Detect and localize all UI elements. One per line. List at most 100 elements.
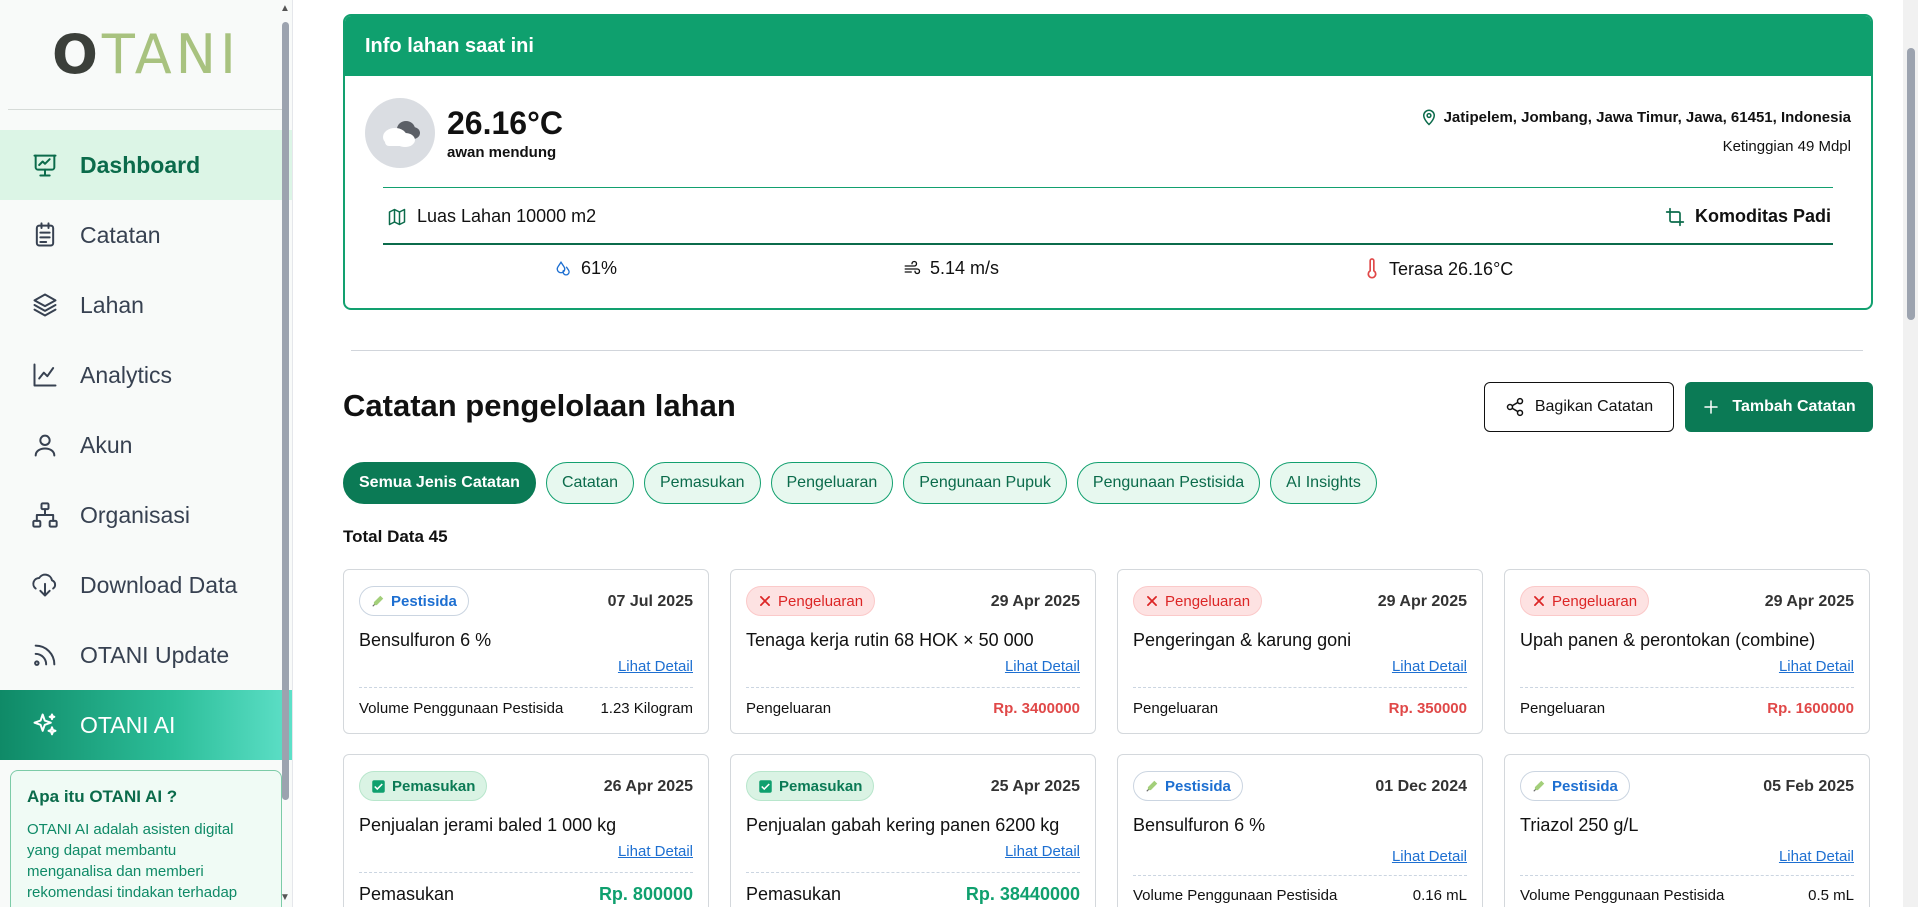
total-data-count: Total Data 45 (343, 527, 448, 546)
card-divider (1520, 875, 1854, 876)
view-detail-link[interactable]: Lihat Detail (618, 658, 693, 675)
record-metric-value: 0.5 mL (1808, 887, 1854, 904)
record-metric-value: 0.16 mL (1412, 887, 1467, 904)
sidebar-item-label: Lahan (80, 291, 144, 318)
scroll-up-arrow-icon[interactable]: ▲ (280, 4, 290, 14)
weather-condition: awan mendung (447, 144, 557, 161)
record-title: Triazol 250 g/L (1520, 815, 1639, 835)
card-divider (359, 687, 693, 688)
sidebar-item-dashboard[interactable]: Dashboard (0, 130, 292, 200)
syringe-icon (371, 594, 385, 608)
record-card[interactable]: Pengeluaran 29 Apr 2025 Upah panen & per… (1504, 569, 1870, 734)
sidebar-scrollbar[interactable]: ▲ ▼ (278, 0, 292, 907)
record-type-badge: Pengeluaran (1520, 586, 1650, 616)
sidebar-item-lahan[interactable]: Lahan (0, 270, 292, 340)
view-detail-link[interactable]: Lihat Detail (1392, 658, 1467, 675)
humidity-value: 61% (581, 258, 618, 278)
record-card[interactable]: Pestisida 01 Dec 2024 Bensulfuron 6 % Li… (1117, 754, 1483, 907)
record-date: 26 Apr 2025 (603, 778, 693, 795)
sidebar-item-download-data[interactable]: Download Data (0, 550, 292, 620)
record-metric-value: Rp. 800000 (598, 884, 693, 904)
sidebar-item-organisasi[interactable]: Organisasi (0, 480, 292, 550)
record-date: 29 Apr 2025 (1764, 593, 1854, 610)
droplets-icon (555, 260, 573, 278)
record-card[interactable]: Pestisida 07 Jul 2025 Bensulfuron 6 % Li… (343, 569, 709, 734)
land-area: Luas Lahan 10000 m2 (387, 206, 596, 227)
record-card[interactable]: Pengeluaran 29 Apr 2025 Tenaga kerja rut… (730, 569, 1096, 734)
sidebar-item-analytics[interactable]: Analytics (0, 340, 292, 410)
share-records-label: Bagikan Catatan (1534, 398, 1654, 415)
syringe-icon (1532, 779, 1546, 793)
record-card[interactable]: Pemasukan 25 Apr 2025 Penjualan gabah ke… (730, 754, 1096, 907)
filter-chip-ai-insights[interactable]: AI Insights (1270, 462, 1377, 504)
add-record-label: Tambah Catatan (1732, 398, 1856, 415)
record-title: Pengeringan & karung goni (1133, 630, 1352, 650)
filter-chip-pupuk[interactable]: Pengunaan Pupuk (903, 462, 1067, 504)
location-text: Jatipelem, Jombang, Jawa Timur, Jawa, 61… (1443, 108, 1851, 126)
record-title: Penjualan jerami baled 1 000 kg (359, 815, 617, 835)
plus-icon (1702, 398, 1720, 416)
record-title: Penjualan gabah kering panen 6200 kg (746, 815, 1060, 835)
record-title: Bensulfuron 6 % (1133, 815, 1266, 835)
record-metric-value: Rp. 38440000 (965, 884, 1080, 904)
record-date: 07 Jul 2025 (607, 593, 693, 610)
page-scrollbar-thumb[interactable] (1907, 48, 1915, 320)
record-metric-label: Pengeluaran (1520, 700, 1606, 717)
logo-letters-tani: TANI (101, 23, 240, 86)
check-box-icon (758, 779, 773, 794)
filter-chip-pestisida[interactable]: Pengunaan Pestisida (1076, 462, 1261, 504)
filter-chip-all[interactable]: Semua Jenis Catatan (343, 462, 536, 504)
sidebar-scrollbar-thumb[interactable] (282, 22, 289, 800)
filter-chip-pemasukan[interactable]: Pemasukan (644, 462, 761, 504)
record-metric-label: Volume Penggunaan Pestisida (359, 700, 564, 717)
sidebar-item-label: OTANI Update (80, 641, 230, 668)
view-detail-link[interactable]: Lihat Detail (1392, 848, 1467, 865)
filter-chip-catatan[interactable]: Catatan (545, 462, 634, 504)
cloud-icon (365, 98, 435, 168)
view-detail-link[interactable]: Lihat Detail (1005, 843, 1080, 860)
logo-letter-o: O (52, 23, 102, 86)
record-date: 25 Apr 2025 (990, 778, 1080, 795)
wind-stat: 5.14 m/s (902, 258, 999, 279)
ai-card-text: OTANI AI adalah asisten digital yang dap… (27, 821, 238, 907)
record-type-badge: Pemasukan (359, 771, 488, 801)
sidebar-item-akun[interactable]: Akun (0, 410, 292, 480)
badge-label: Pestisida (1552, 777, 1618, 795)
card-divider (1520, 687, 1854, 688)
scroll-down-arrow-icon[interactable]: ▼ (280, 893, 290, 903)
commodity: Komoditas Padi (1665, 206, 1831, 227)
view-detail-link[interactable]: Lihat Detail (1779, 658, 1854, 675)
filter-chip-pengeluaran[interactable]: Pengeluaran (770, 462, 894, 504)
otani-logo[interactable]: OTANI (8, 0, 284, 110)
share-icon (1505, 397, 1525, 417)
view-detail-link[interactable]: Lihat Detail (1779, 848, 1854, 865)
record-metric-value: Rp. 1600000 (1767, 700, 1854, 717)
sidebar-item-catatan[interactable]: Catatan (0, 200, 292, 270)
feels-like-value: Terasa 26.16°C (1389, 258, 1514, 279)
add-record-button[interactable]: Tambah Catatan (1685, 382, 1873, 432)
view-detail-link[interactable]: Lihat Detail (1005, 658, 1080, 675)
page-scrollbar[interactable] (1903, 0, 1918, 907)
view-detail-link[interactable]: Lihat Detail (618, 843, 693, 860)
sidebar-item-label: Akun (80, 431, 133, 458)
card-divider (1133, 875, 1467, 876)
record-card[interactable]: Pestisida 05 Feb 2025 Triazol 250 g/L Li… (1504, 754, 1870, 907)
record-metric-label: Pemasukan (359, 884, 455, 904)
record-metric-label: Volume Penggunaan Pestisida (1133, 887, 1338, 904)
record-metric-value: Rp. 350000 (1388, 700, 1467, 717)
humidity-stat: 61% (555, 258, 617, 279)
record-card[interactable]: Pemasukan 26 Apr 2025 Penjualan jerami b… (343, 754, 709, 907)
sidebar-item-otani-ai[interactable]: OTANI AI (0, 690, 292, 760)
sidebar-item-label: Analytics (80, 361, 173, 388)
share-records-button[interactable]: Bagikan Catatan (1484, 382, 1674, 432)
sidebar-item-otani-update[interactable]: OTANI Update (0, 620, 292, 690)
record-type-badge: Pemasukan (746, 771, 875, 801)
weather-summary: 26.16°C awan mendung (365, 98, 563, 168)
sidebar-nav: Dashboard Catatan Lahan Analytics Akun O… (0, 130, 292, 760)
record-card[interactable]: Pengeluaran 29 Apr 2025 Pengeringan & ka… (1117, 569, 1483, 734)
records-title: Catatan pengelolaan lahan (343, 388, 736, 423)
record-metric-value: Rp. 3400000 (993, 700, 1080, 717)
record-title: Tenaga kerja rutin 68 HOK × 50 000 (746, 630, 1034, 650)
card-divider (1133, 687, 1467, 688)
record-date: 05 Feb 2025 (1763, 778, 1854, 795)
